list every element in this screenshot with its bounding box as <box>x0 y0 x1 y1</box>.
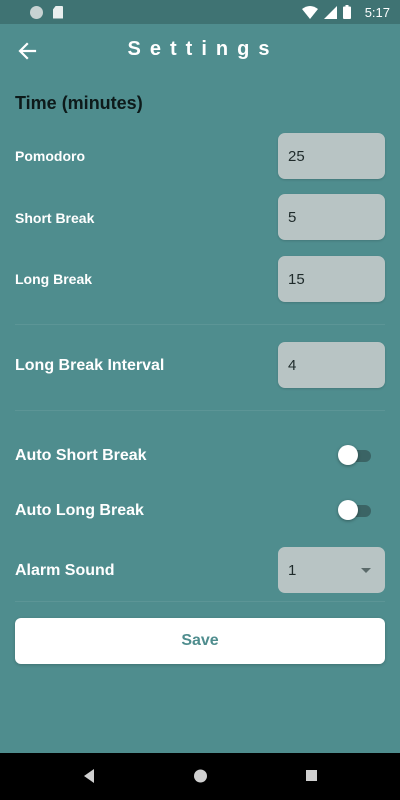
section-title-time: Time (minutes) <box>15 93 143 113</box>
battery-icon <box>342 5 351 19</box>
sd-card-icon <box>53 5 63 19</box>
divider <box>15 601 385 602</box>
nav-recents-button[interactable] <box>305 768 318 789</box>
status-left <box>30 5 63 19</box>
nav-back-button[interactable] <box>82 768 96 789</box>
short-break-input[interactable]: 5 <box>278 194 385 240</box>
short-break-label: Short Break <box>15 210 95 226</box>
chevron-down-icon <box>361 567 371 573</box>
circle-notification-icon <box>30 5 43 19</box>
alarm-sound-select[interactable]: 1 <box>278 547 385 593</box>
save-button[interactable]: Save <box>15 618 385 664</box>
long-break-label: Long Break <box>15 271 93 287</box>
alarm-sound-label: Alarm Sound <box>15 562 115 579</box>
status-time: 5:17 <box>364 4 390 20</box>
nav-recents-icon <box>306 770 317 781</box>
toggle-thumb <box>338 500 358 520</box>
toggle-thumb <box>338 445 358 465</box>
divider <box>15 324 385 325</box>
long-break-input[interactable]: 15 <box>278 256 385 302</box>
auto-long-break-label: Auto Long Break <box>15 502 144 519</box>
pomodoro-label: Pomodoro <box>15 148 85 164</box>
long-break-interval-input[interactable]: 4 <box>278 342 385 388</box>
auto-short-break-label: Auto Short Break <box>15 447 147 464</box>
system-nav-bar <box>0 753 400 800</box>
auto-short-break-toggle[interactable] <box>338 445 372 465</box>
cell-signal-icon <box>323 5 337 19</box>
page-title: Settings <box>127 38 279 60</box>
app-bar: Settings <box>0 24 400 78</box>
divider <box>15 410 385 411</box>
status-right: 5:17 <box>301 4 390 20</box>
wifi-icon <box>301 5 318 19</box>
alarm-sound-value: 1 <box>288 561 297 579</box>
nav-back-icon <box>84 769 94 783</box>
auto-long-break-toggle[interactable] <box>338 500 372 520</box>
status-bar: 5:17 <box>0 0 400 24</box>
nav-home-icon <box>194 769 207 783</box>
pomodoro-input[interactable]: 25 <box>278 133 385 179</box>
long-break-interval-label: Long Break Interval <box>15 357 165 374</box>
nav-home-button[interactable] <box>193 768 208 789</box>
